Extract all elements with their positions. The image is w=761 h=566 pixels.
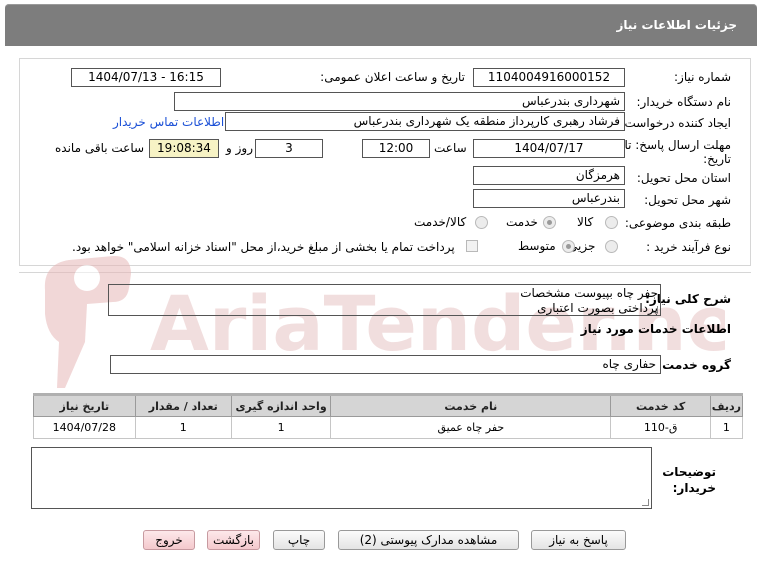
- deadline-label: مهلت ارسال پاسخ: تا: [624, 138, 731, 152]
- need-number-label: شماره نیاز:: [674, 70, 731, 84]
- service-group-field: حفاری چاه: [110, 355, 661, 374]
- category-goods-radio[interactable]: [605, 216, 618, 229]
- col-header-service-name: نام خدمت: [330, 393, 612, 417]
- col-header-row-number: ردیف: [709, 393, 744, 417]
- need-info-panel: [19, 58, 751, 266]
- category-service-label: خدمت: [506, 215, 538, 229]
- process-label: نوع فرآیند خرید :: [646, 240, 731, 254]
- cell-need-date: 1404/07/28: [33, 416, 136, 439]
- announce-datetime-label: تاریخ و ساعت اعلان عمومی:: [320, 70, 465, 84]
- summary-line-1: حفر چاه بپیوست مشخصات: [520, 286, 658, 300]
- service-group-label: گروه خدمت:: [657, 358, 731, 372]
- reply-button[interactable]: پاسخ به نیاز: [531, 530, 626, 550]
- services-section-title: اطلاعات خدمات مورد نیاز: [580, 322, 731, 336]
- cell-service-code: ق-110: [610, 416, 711, 439]
- col-header-service-code: کد خدمت: [610, 393, 711, 417]
- remaining-time-field: 19:08:34: [149, 139, 219, 158]
- buyer-contact-link[interactable]: اطلاعات تماس خریدار: [113, 115, 224, 129]
- col-header-need-date: تاریخ نیاز: [33, 393, 136, 417]
- cell-service-name: حفر چاه عمیق: [330, 416, 612, 439]
- days-remaining-field: 3: [255, 139, 323, 158]
- buyer-notes-label: توضیحات: [662, 465, 716, 479]
- col-header-unit: واحد اندازه گیری: [230, 393, 332, 417]
- print-button[interactable]: چاپ: [273, 530, 325, 550]
- exit-button[interactable]: خروج: [143, 530, 195, 550]
- days-label: روز و: [226, 141, 253, 155]
- category-service-radio[interactable]: [543, 216, 556, 229]
- treasury-payment-checkbox[interactable]: [466, 240, 478, 252]
- buyer-notes-label-2: خریدار:: [672, 481, 716, 495]
- deadline-label-date: تاریخ:: [703, 152, 731, 166]
- deadline-time-field: 12:00: [362, 139, 430, 158]
- city-field: بندرعباس: [473, 189, 625, 208]
- back-button[interactable]: بازگشت: [207, 530, 260, 550]
- cell-quantity: 1: [134, 416, 232, 439]
- province-label: استان محل تحویل:: [636, 171, 731, 185]
- announce-datetime-field: 1404/07/13 - 16:15: [71, 68, 221, 87]
- summary-line-2: پرداختی بصورت اعتباری: [537, 301, 658, 315]
- deadline-time-label: ساعت: [434, 141, 467, 155]
- page-title: جزئیات اطلاعات نیاز: [616, 18, 737, 32]
- cell-row-number: 1: [709, 416, 744, 439]
- deadline-date-field: 1404/07/17: [473, 139, 625, 158]
- province-field: هرمزگان: [473, 166, 625, 185]
- treasury-payment-note: پرداخت تمام یا بخشی از مبلغ خرید،از محل …: [72, 240, 455, 254]
- buyer-notes-textarea: [31, 447, 652, 509]
- buyer-org-label: نام دستگاه خریدار:: [636, 95, 732, 109]
- creator-field: فرشاد رهبری کارپرداز منطقه یک شهرداری بن…: [225, 112, 625, 131]
- category-goods-service-label: کالا/خدمت: [414, 215, 467, 229]
- city-label: شهر محل تحویل:: [644, 193, 731, 207]
- process-minor-radio[interactable]: [605, 240, 618, 253]
- services-table: ردیف کد خدمت نام خدمت واحد اندازه گیری ت…: [33, 393, 744, 439]
- category-goods-service-radio[interactable]: [475, 216, 488, 229]
- creator-label: ایجاد کننده درخواست:: [620, 116, 731, 130]
- remaining-time-label: ساعت باقی مانده: [55, 141, 145, 155]
- buyer-org-field: شهرداری بندرعباس: [174, 92, 625, 111]
- process-medium-radio[interactable]: [562, 240, 575, 253]
- need-number-field: 1104004916000152: [473, 68, 625, 87]
- category-label: طبقه بندی موضوعی:: [624, 216, 731, 230]
- table-header-row: ردیف کد خدمت نام خدمت واحد اندازه گیری ت…: [33, 393, 744, 417]
- category-goods-label: کالا: [577, 215, 594, 229]
- col-header-quantity: تعداد / مقدار: [134, 393, 232, 417]
- table-row: 1 ق-110 حفر چاه عمیق 1 1 1404/07/28: [33, 416, 744, 439]
- view-attachments-button[interactable]: مشاهده مدارک پیوستی (2): [338, 530, 519, 550]
- cell-unit: 1: [230, 416, 332, 439]
- process-medium-label: متوسط: [518, 239, 556, 253]
